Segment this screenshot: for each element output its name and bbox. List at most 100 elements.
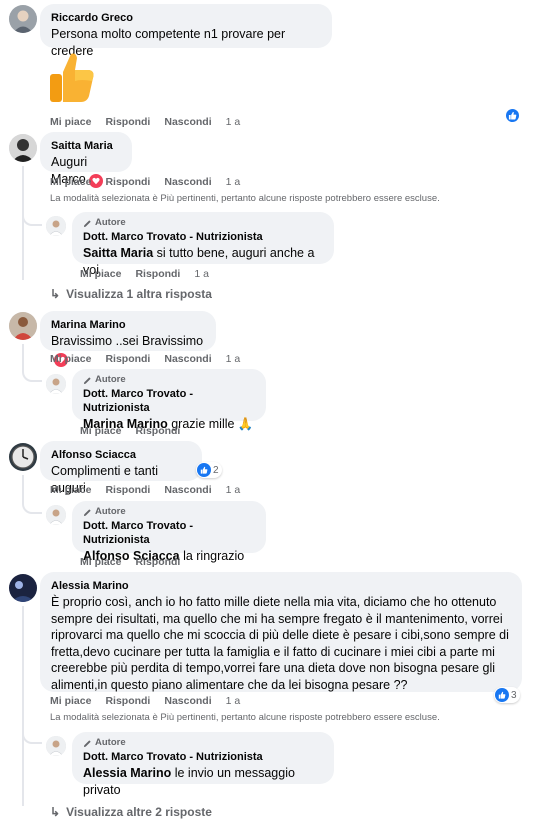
avatar-marina-marino[interactable] (9, 312, 37, 340)
avatar-alessia-marino[interactable] (9, 574, 37, 602)
comment-author[interactable]: Marina Marino (51, 318, 205, 332)
reply-link[interactable]: Rispondi (135, 556, 180, 569)
like-link[interactable]: Mi piace (50, 353, 91, 366)
like-reaction-icon (495, 688, 509, 702)
reaction-count: 2 (213, 464, 219, 476)
timestamp[interactable]: 1 a (226, 116, 241, 129)
reply-connector (22, 498, 42, 514)
reply-connector (22, 210, 42, 226)
view-more-replies[interactable]: ↳ Visualizza 1 altra risposta (50, 287, 212, 302)
reply-link[interactable]: Rispondi (105, 353, 150, 366)
reply-bubble-marina: Autore Dott. Marco Trovato - Nutrizionis… (72, 369, 266, 431)
comment-text-line: alimenti,in questo piano alimentare che … (51, 677, 408, 692)
avatar-marco-trovato[interactable] (46, 374, 66, 394)
reply-link[interactable]: Rispondi (105, 484, 150, 497)
comment-actions: Mi piace Rispondi Nascondi 1 a (50, 484, 240, 497)
comment-actions: Mi piace Rispondi Nascondi 1 a (50, 695, 240, 708)
reply-author[interactable]: Dott. Marco Trovato - Nutrizionista (83, 519, 255, 547)
author-badge: Autore (83, 374, 255, 386)
comment-text-line: È proprio così, anch io ho fatto mille d… (51, 595, 497, 609)
reply-actions: Mi piace Rispondi (80, 556, 180, 569)
avatar-marco-trovato[interactable] (46, 736, 66, 756)
thread-connector (22, 166, 24, 280)
author-badge-label: Autore (95, 217, 126, 228)
reply-bubble-saitta: Autore Dott. Marco Trovato - Nutrizionis… (72, 212, 334, 277)
comment-actions: Mi piace Rispondi Nascondi 1 a (50, 353, 240, 366)
comment-bubble-riccardo: Riccardo Greco Persona molto competente … (40, 4, 332, 58)
comment-author[interactable]: Saitta Maria (51, 139, 121, 153)
reply-link[interactable]: Rispondi (135, 425, 180, 438)
avatar-marco-trovato[interactable] (46, 505, 66, 525)
reply-arrow-icon: ↳ (50, 805, 61, 819)
avatar-saitta-maria[interactable] (9, 134, 37, 162)
author-badge-label: Autore (95, 737, 126, 748)
reply-text-content: la ringrazio (183, 549, 245, 563)
like-link[interactable]: Mi piace (80, 268, 121, 281)
author-badge-label: Autore (95, 374, 126, 385)
comment-actions: Mi piace Rispondi Nascondi 1 a (50, 176, 240, 189)
reply-author[interactable]: Dott. Marco Trovato - Nutrizionista (83, 387, 255, 415)
filter-note: La modalità selezionata è Più pertinenti… (50, 193, 440, 204)
comment-bubble-marina: Marina Marino Bravissimo ..sei Bravissim… (40, 311, 216, 367)
mention-link[interactable]: Saitta Maria (83, 246, 153, 260)
timestamp[interactable]: 1 a (194, 268, 209, 281)
comment-text-line: riprovarci ma quello che mi scoccia di p… (51, 628, 509, 642)
reply-author[interactable]: Dott. Marco Trovato - Nutrizionista (83, 230, 323, 244)
timestamp[interactable]: 1 a (226, 176, 241, 189)
reply-bubble-alessia: Autore Dott. Marco Trovato - Nutrizionis… (72, 732, 334, 797)
reply-link[interactable]: Rispondi (135, 268, 180, 281)
comment-bubble-alessia: Alessia Marino È proprio così, anch io h… (40, 572, 522, 692)
hide-link[interactable]: Nascondi (164, 176, 211, 189)
reply-author[interactable]: Dott. Marco Trovato - Nutrizionista (83, 750, 323, 764)
author-badge: Autore (83, 506, 255, 518)
like-reaction-icon[interactable] (505, 108, 520, 123)
comment-author[interactable]: Riccardo Greco (51, 11, 321, 25)
reply-link[interactable]: Rispondi (105, 695, 150, 708)
comment-text: È proprio così, anch io ho fatto mille d… (51, 594, 511, 693)
view-more-label[interactable]: Visualizza 1 altra risposta (66, 287, 212, 302)
comment-text-line: creerebbe più perdita di tempo,vorrei fa… (51, 661, 496, 675)
comment-author[interactable]: Alessia Marino (51, 579, 511, 593)
comment-text-line: sempre dei risultati, ma quello che mi h… (51, 611, 503, 626)
reaction-summary[interactable]: 2 (196, 462, 222, 478)
reaction-count: 3 (511, 689, 517, 701)
avatar-alfonso-sciacca[interactable] (9, 443, 37, 471)
thread-connector (22, 606, 24, 806)
reply-bubble-alfonso: Autore Dott. Marco Trovato - Nutrizionis… (72, 501, 266, 563)
view-more-label[interactable]: Visualizza altre 2 risposte (66, 805, 212, 820)
like-reaction-icon (197, 463, 211, 477)
reply-text-content: grazie mille 🙏 (171, 417, 254, 431)
hide-link[interactable]: Nascondi (164, 353, 211, 366)
view-more-replies[interactable]: ↳ Visualizza altre 2 risposte (50, 805, 212, 820)
hide-link[interactable]: Nascondi (164, 484, 211, 497)
like-link[interactable]: Mi piace (50, 695, 91, 708)
timestamp[interactable]: 1 a (226, 484, 241, 497)
hide-link[interactable]: Nascondi (164, 695, 211, 708)
like-link[interactable]: Mi piace (50, 484, 91, 497)
mention-link[interactable]: Alessia Marino (83, 766, 171, 780)
comment-bubble-alfonso: Alfonso Sciacca Complimenti e tanti augu… (40, 441, 202, 495)
timestamp[interactable]: 1 a (226, 353, 241, 366)
comment-author[interactable]: Alfonso Sciacca (51, 448, 191, 462)
reply-link[interactable]: Rispondi (105, 116, 150, 129)
hide-link[interactable]: Nascondi (164, 116, 211, 129)
reply-connector (22, 366, 42, 382)
like-link[interactable]: Mi piace (80, 556, 121, 569)
like-link[interactable]: Mi piace (50, 176, 91, 189)
avatar-marco-trovato[interactable] (46, 216, 66, 236)
author-badge: Autore (83, 737, 323, 749)
comment-text-content: Bravissimo ..sei Bravissimo (51, 334, 204, 348)
comment-text-line: fretta,devo cucinare per tutta la famigl… (51, 644, 495, 659)
author-badge-label: Autore (95, 506, 126, 517)
pencil-icon (83, 508, 91, 516)
reply-actions: Mi piace Rispondi (80, 425, 180, 438)
reaction-summary[interactable]: 3 (494, 687, 520, 703)
comment-bubble-saitta: Saitta Maria Auguri Marco (40, 132, 132, 188)
like-link[interactable]: Mi piace (50, 116, 91, 129)
avatar-riccardo-greco[interactable] (9, 5, 37, 33)
pencil-icon (83, 739, 91, 747)
like-link[interactable]: Mi piace (80, 425, 121, 438)
reply-link[interactable]: Rispondi (105, 176, 150, 189)
timestamp[interactable]: 1 a (226, 695, 241, 708)
reply-actions: Mi piace Rispondi 1 a (80, 268, 209, 281)
